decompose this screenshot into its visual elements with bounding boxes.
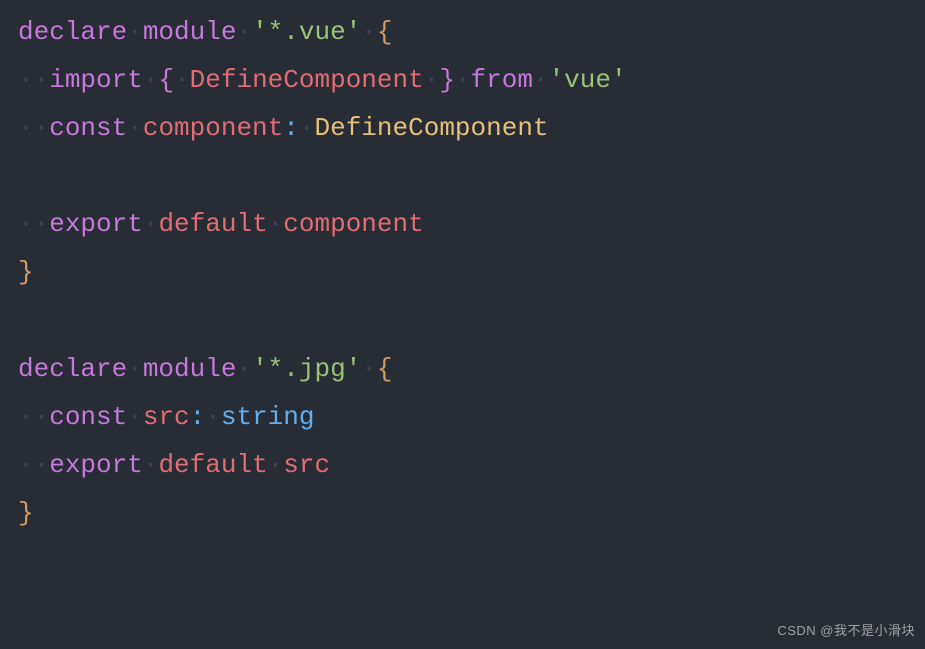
code-token: component [143,113,283,143]
code-token: DefineComponent [315,113,549,143]
code-token: · [299,113,315,143]
code-token: { [158,65,174,95]
watermark-text: CSDN @我不是小滑块 [777,619,915,643]
code-token: · [34,113,50,143]
code-token: import [49,65,143,95]
code-line[interactable]: ··import·{·DefineComponent·}·from·'vue' [18,56,907,104]
code-token: default [158,450,267,480]
code-line[interactable]: ··const·src:·string [18,393,907,441]
code-token: '*.vue' [252,17,361,47]
code-token: DefineComponent [190,65,424,95]
code-token: · [127,354,143,384]
code-line[interactable]: ··export·default·src [18,441,907,489]
code-token: src [283,450,330,480]
code-token: · [361,17,377,47]
code-token: string [221,402,315,432]
code-token: · [127,402,143,432]
code-token: · [236,17,252,47]
code-token: · [127,113,143,143]
code-line[interactable] [18,297,907,345]
code-token: · [34,402,50,432]
code-token: declare [18,17,127,47]
code-token: } [18,257,34,287]
code-token: · [424,65,440,95]
code-token: · [18,450,34,480]
code-token: · [361,354,377,384]
code-token: from [471,65,533,95]
code-token: · [127,17,143,47]
code-token: src [143,402,190,432]
code-token: · [205,402,221,432]
code-token: · [455,65,471,95]
code-line[interactable]: declare·module·'*.jpg'·{ [18,345,907,393]
code-token: · [174,65,190,95]
code-token: const [49,402,127,432]
code-line[interactable]: } [18,489,907,537]
code-token: · [34,209,50,239]
code-line[interactable] [18,152,907,200]
code-token: : [190,402,206,432]
code-token: export [49,209,143,239]
code-line[interactable]: ··export·default·component [18,200,907,248]
code-token: · [143,209,159,239]
code-line[interactable]: } [18,248,907,296]
code-token: · [18,65,34,95]
code-token: · [236,354,252,384]
code-token: } [18,498,34,528]
code-token: · [18,209,34,239]
code-token: '*.jpg' [252,354,361,384]
code-token: · [533,65,549,95]
code-token: · [268,209,284,239]
code-token: : [283,113,299,143]
code-token: · [34,65,50,95]
code-token: module [143,17,237,47]
code-token: const [49,113,127,143]
code-token: · [143,65,159,95]
code-line[interactable]: declare·module·'*.vue'·{ [18,8,907,56]
code-token: declare [18,354,127,384]
code-token: { [377,17,393,47]
code-token: · [34,450,50,480]
code-token: module [143,354,237,384]
code-token: · [18,113,34,143]
code-editor[interactable]: declare·module·'*.vue'·{··import·{·Defin… [18,8,907,537]
code-token: · [143,450,159,480]
code-token: component [283,209,423,239]
code-line[interactable]: ··const·component:·DefineComponent [18,104,907,152]
code-token: 'vue' [549,65,627,95]
code-token: export [49,450,143,480]
code-token: { [377,354,393,384]
code-token: · [268,450,284,480]
code-token: default [158,209,267,239]
code-token: } [439,65,455,95]
code-token: · [18,402,34,432]
